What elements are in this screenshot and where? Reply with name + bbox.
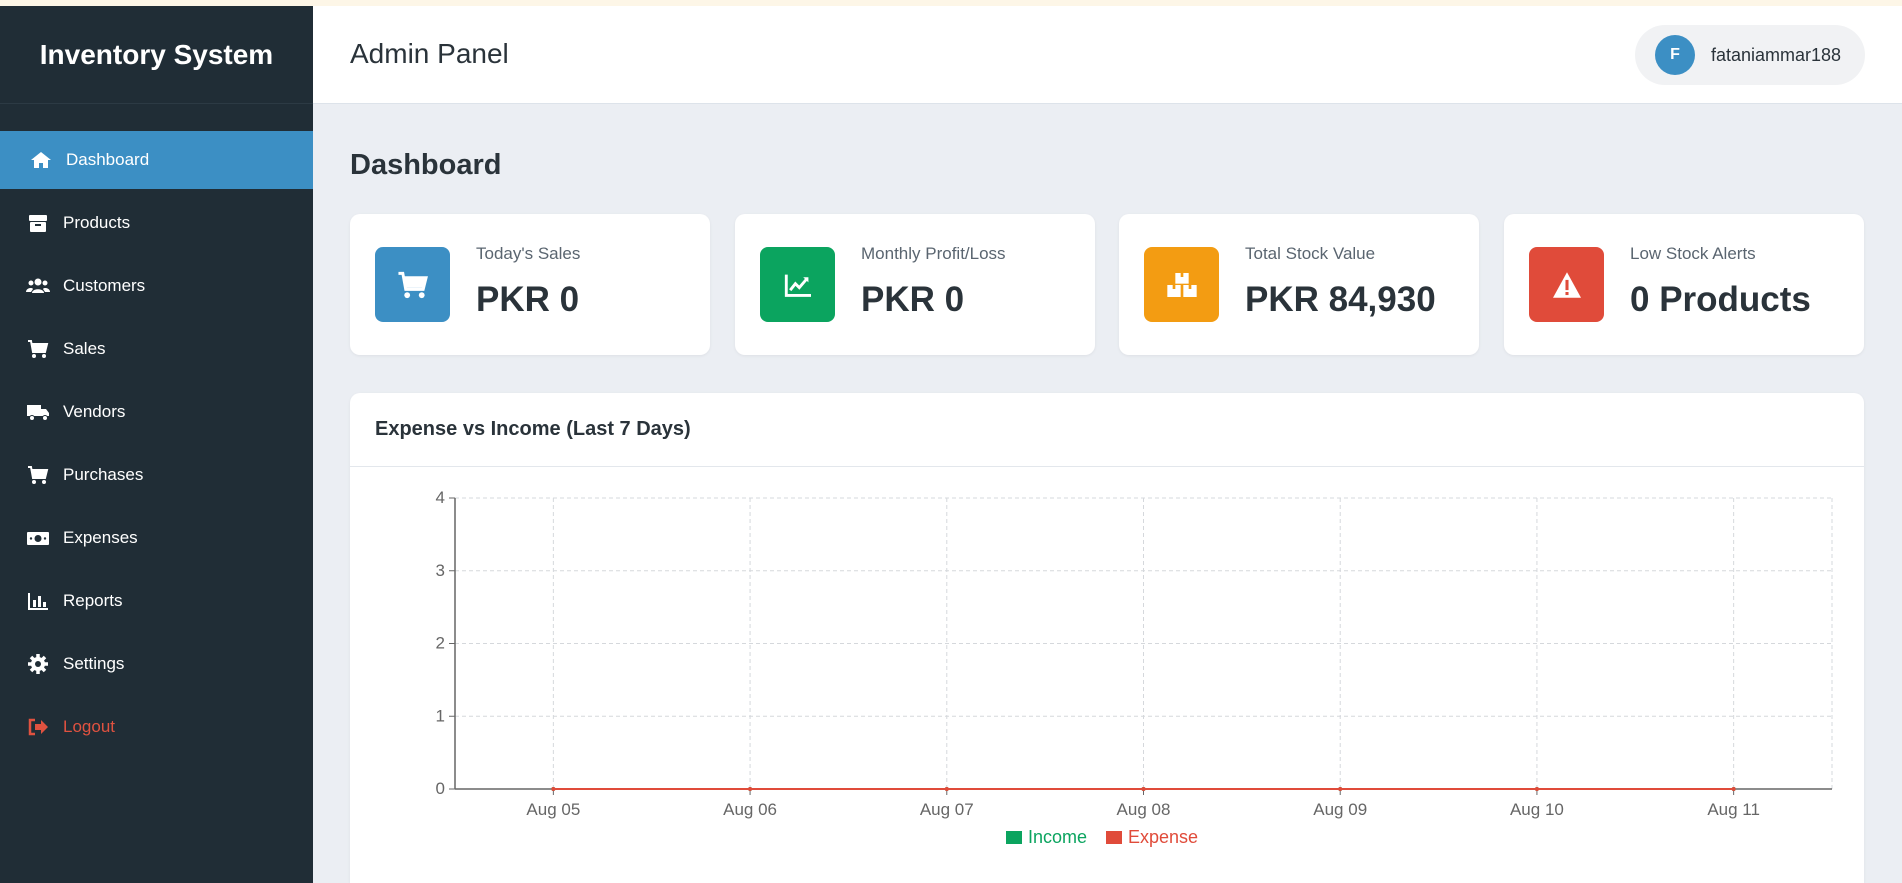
data-point-expense bbox=[551, 787, 556, 791]
legend-label-expense: Expense bbox=[1128, 827, 1198, 847]
stat-card-monthly-profit: Monthly Profit/Loss PKR 0 bbox=[735, 214, 1095, 355]
sidebar-item-customers[interactable]: Customers bbox=[0, 257, 313, 315]
y-tick-label: 1 bbox=[436, 706, 445, 725]
x-tick-label: Aug 09 bbox=[1313, 800, 1367, 819]
sidebar-item-reports[interactable]: Reports bbox=[0, 572, 313, 630]
sidebar-item-settings[interactable]: Settings bbox=[0, 635, 313, 693]
users-icon bbox=[25, 275, 51, 297]
stat-value: PKR 84,930 bbox=[1245, 280, 1436, 319]
sidebar-item-label: Logout bbox=[63, 717, 115, 736]
expense-income-chart-card: Expense vs Income (Last 7 Days) 0 1 2 3 4 Aug… bbox=[350, 393, 1864, 883]
stat-label: Total Stock Value bbox=[1245, 244, 1376, 263]
warning-icon bbox=[1529, 247, 1604, 322]
stat-value: PKR 0 bbox=[861, 280, 965, 319]
x-tick-label: Aug 10 bbox=[1510, 800, 1564, 819]
legend-swatch-income bbox=[1006, 831, 1022, 844]
y-tick-label: 0 bbox=[436, 779, 445, 798]
stat-card-total-stock: Total Stock Value PKR 84,930 bbox=[1119, 214, 1479, 355]
page-title: Dashboard bbox=[350, 149, 502, 181]
stat-card-todays-sales: Today's Sales PKR 0 bbox=[350, 214, 710, 355]
x-tick-label: Aug 05 bbox=[526, 800, 580, 819]
stat-value: PKR 0 bbox=[476, 280, 580, 319]
x-tick-label: Aug 06 bbox=[723, 800, 777, 819]
stat-card-low-stock: Low Stock Alerts 0 Products bbox=[1504, 214, 1864, 355]
legend-label-income: Income bbox=[1028, 827, 1087, 847]
sidebar-item-label: Products bbox=[63, 213, 131, 232]
bar-chart-icon bbox=[25, 590, 51, 612]
cart-icon bbox=[25, 338, 51, 360]
stat-value: 0 Products bbox=[1630, 280, 1811, 319]
cart-icon bbox=[25, 464, 51, 486]
gear-icon bbox=[25, 653, 51, 675]
sidebar-item-label: Sales bbox=[63, 339, 106, 358]
data-point-expense bbox=[1534, 787, 1539, 791]
user-menu[interactable]: F fataniammar188 bbox=[1635, 25, 1865, 85]
brand-title: Inventory System bbox=[0, 6, 313, 104]
boxes-icon bbox=[1144, 247, 1219, 322]
stat-label: Monthly Profit/Loss bbox=[861, 244, 1006, 263]
home-icon bbox=[28, 149, 54, 171]
header-title: Admin Panel bbox=[350, 38, 509, 69]
data-point-expense bbox=[944, 787, 949, 791]
expense-income-chart: 0 1 2 3 4 Aug 05 Aug 06 Aug 07 Aug 08 Aug 09 Aug 1… bbox=[436, 488, 1833, 847]
sidebar-item-label: Vendors bbox=[63, 402, 126, 421]
trend-chart-icon bbox=[760, 247, 835, 322]
cart-icon bbox=[375, 247, 450, 322]
sidebar-item-label: Customers bbox=[63, 276, 146, 295]
truck-icon bbox=[25, 401, 51, 423]
x-tick-label: Aug 11 bbox=[1707, 800, 1760, 819]
data-point-expense bbox=[748, 787, 753, 791]
sidebar-item-label: Dashboard bbox=[66, 150, 150, 169]
logout-icon bbox=[25, 716, 51, 738]
sidebar-item-label: Settings bbox=[63, 654, 125, 673]
data-point-expense bbox=[1141, 787, 1146, 791]
y-tick-label: 4 bbox=[436, 488, 445, 507]
sidebar-item-dashboard[interactable]: Dashboard bbox=[0, 131, 313, 189]
sidebar: Inventory System Dashboard Products Cust… bbox=[0, 6, 313, 883]
legend-swatch-expense bbox=[1106, 831, 1122, 844]
username: fataniammar188 bbox=[1711, 44, 1842, 65]
avatar: F bbox=[1655, 35, 1695, 75]
sidebar-item-vendors[interactable]: Vendors bbox=[0, 383, 313, 441]
sidebar-item-purchases[interactable]: Purchases bbox=[0, 446, 313, 504]
y-tick-label: 3 bbox=[436, 561, 445, 580]
y-tick-label: 2 bbox=[436, 634, 445, 653]
top-header: Admin Panel F fataniammar188 bbox=[313, 6, 1902, 104]
sidebar-nav: Dashboard Products Customers Sales Vendo… bbox=[0, 131, 313, 756]
sidebar-item-sales[interactable]: Sales bbox=[0, 320, 313, 378]
sidebar-item-label: Purchases bbox=[63, 465, 144, 484]
sidebar-item-logout[interactable]: Logout bbox=[0, 698, 313, 756]
x-tick-label: Aug 08 bbox=[1117, 800, 1171, 819]
box-icon bbox=[25, 212, 51, 234]
sidebar-item-expenses[interactable]: Expenses bbox=[0, 509, 313, 567]
sidebar-item-label: Reports bbox=[63, 591, 123, 610]
sidebar-item-label: Expenses bbox=[63, 528, 138, 547]
data-point-expense bbox=[1731, 787, 1736, 791]
money-icon bbox=[25, 527, 51, 549]
chart-title: Expense vs Income (Last 7 Days) bbox=[350, 393, 1864, 467]
data-point-expense bbox=[1338, 787, 1343, 791]
sidebar-item-products[interactable]: Products bbox=[0, 194, 313, 252]
x-tick-label: Aug 07 bbox=[920, 800, 974, 819]
stat-label: Low Stock Alerts bbox=[1630, 244, 1756, 263]
stat-label: Today's Sales bbox=[476, 244, 581, 263]
